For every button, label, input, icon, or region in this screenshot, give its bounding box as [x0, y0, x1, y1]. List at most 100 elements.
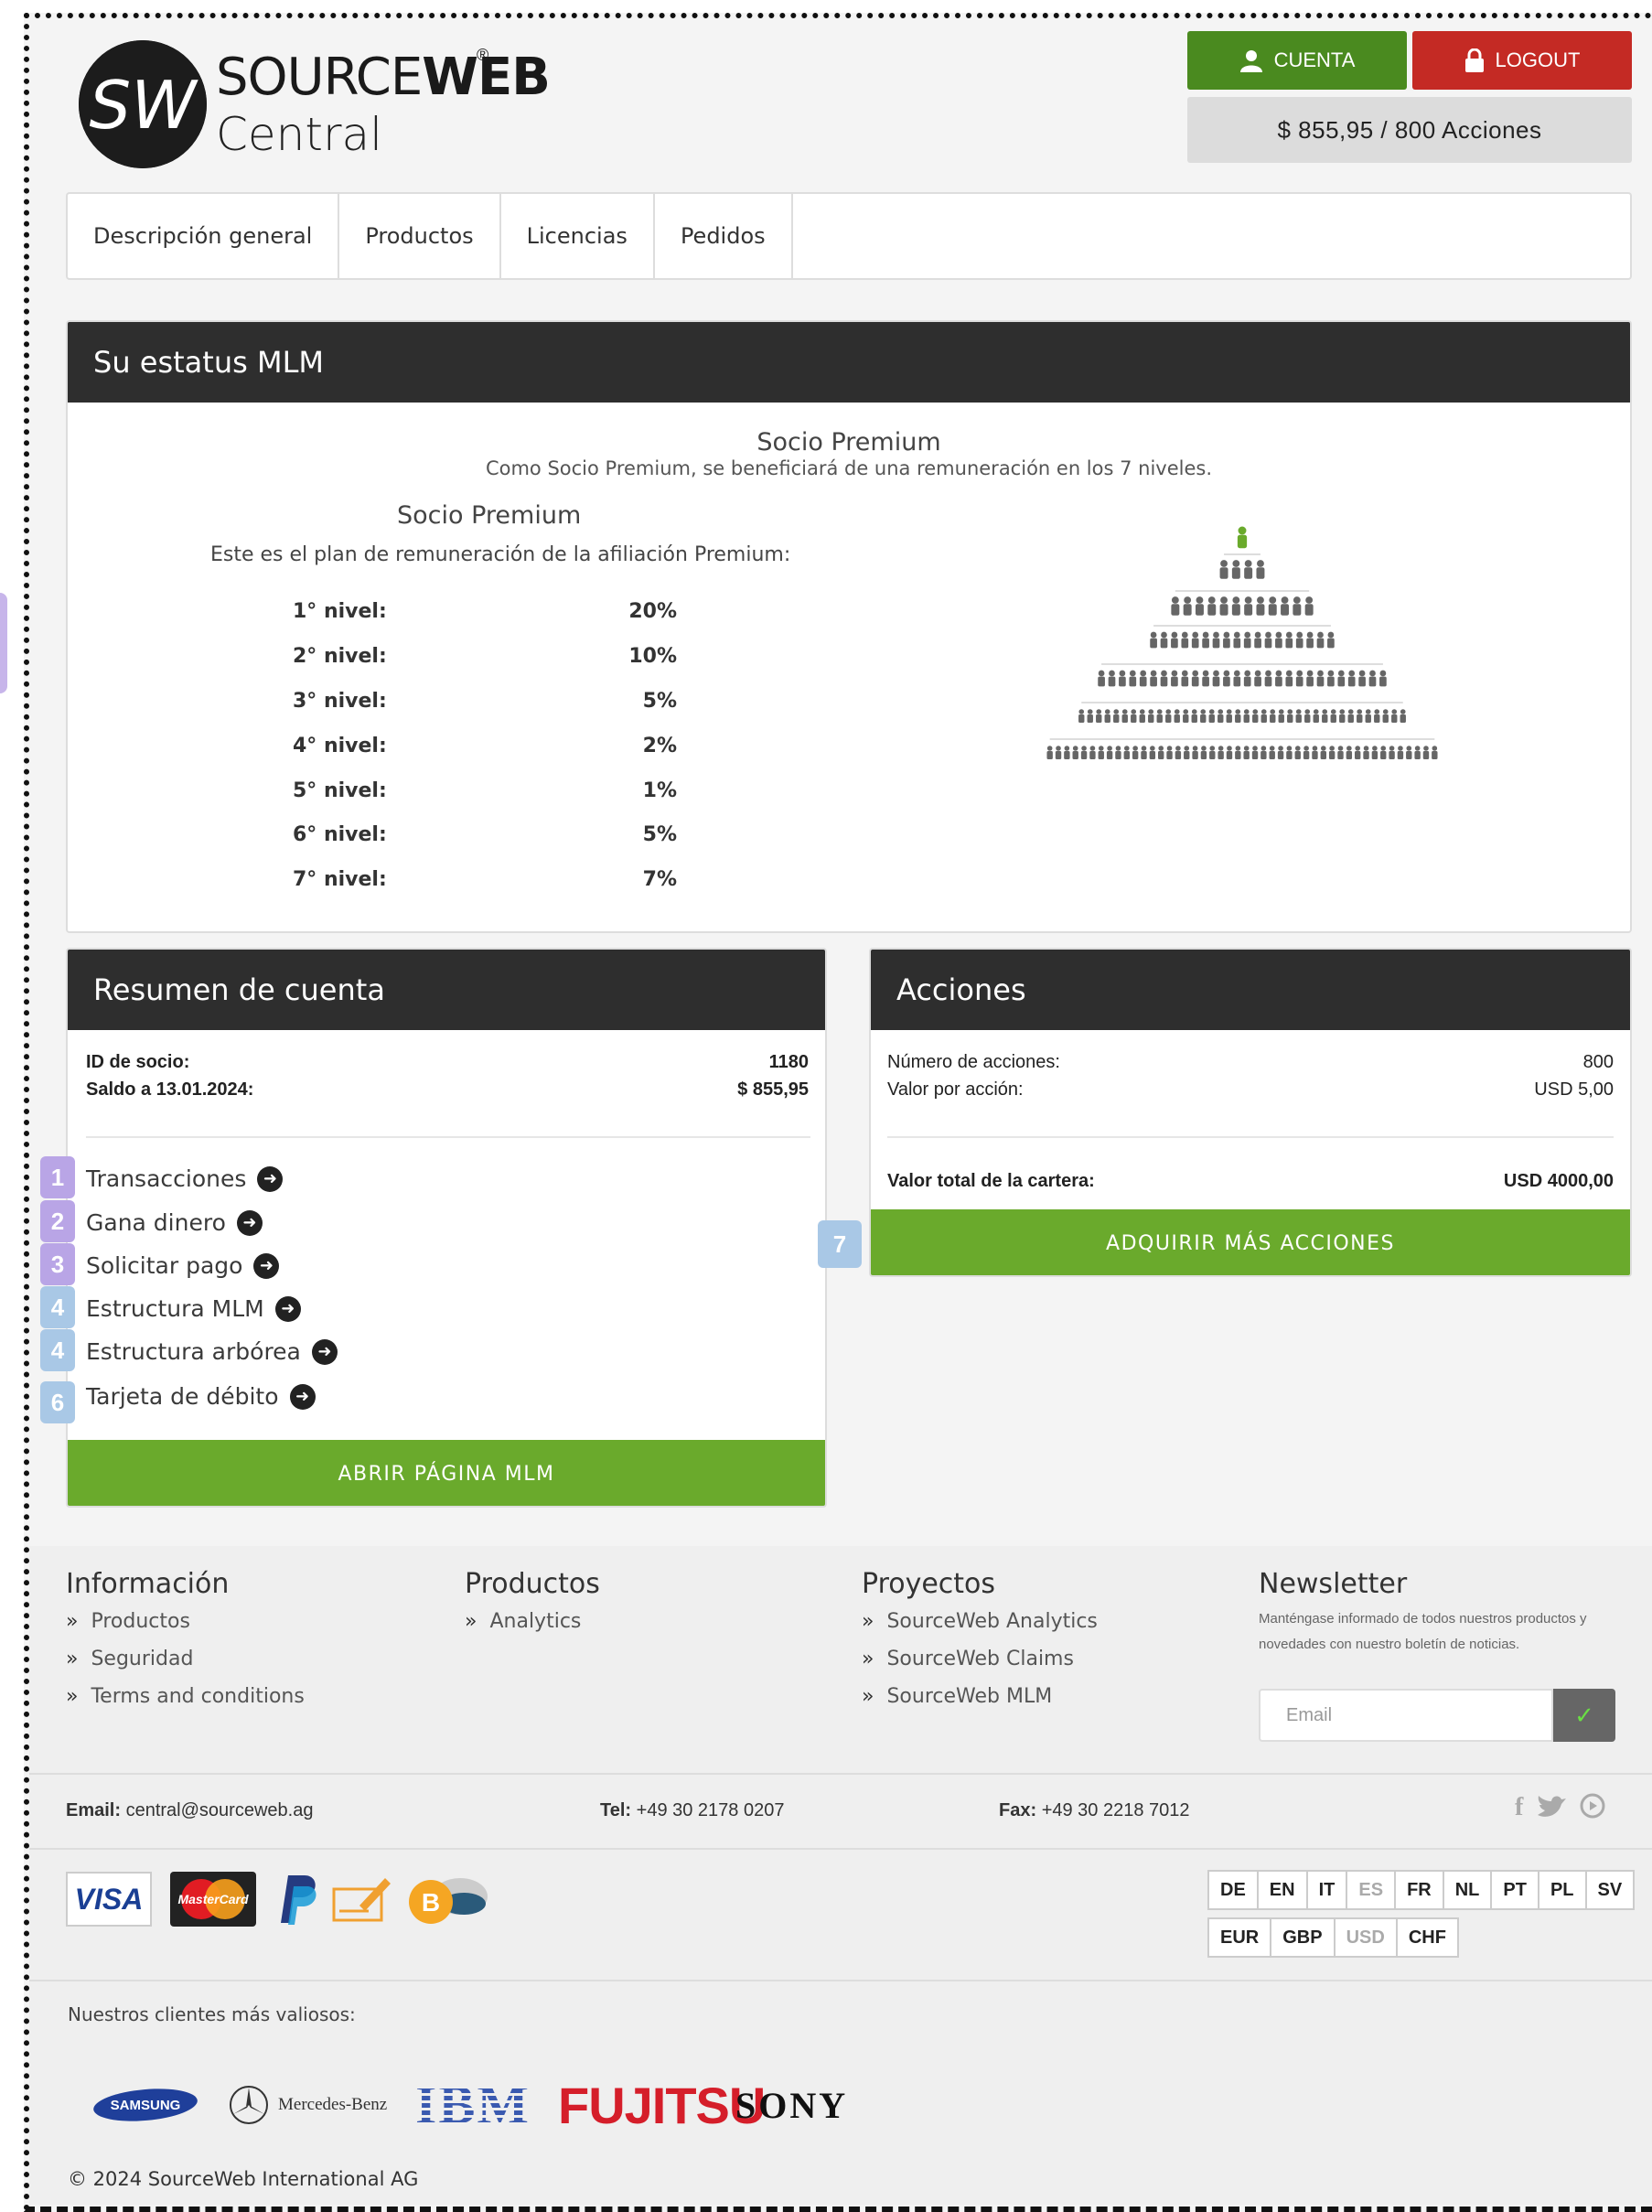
- lang-option[interactable]: EN: [1259, 1872, 1308, 1908]
- person-icon: [1096, 709, 1102, 723]
- link-transactions[interactable]: Transacciones ➜: [86, 1165, 284, 1192]
- main-nav: Descripción general Productos Licencias …: [66, 192, 1632, 280]
- person-icon: [1121, 709, 1128, 723]
- level-label: 2° nivel:: [293, 645, 387, 668]
- newsletter-submit-button[interactable]: ✓: [1553, 1689, 1615, 1742]
- currency-option-active[interactable]: USD: [1336, 1919, 1398, 1956]
- person-icon: [1294, 746, 1301, 759]
- person-icon: [1330, 709, 1336, 723]
- person-icon: [1400, 709, 1406, 723]
- person-icon: [1218, 709, 1224, 723]
- person-icon: [1208, 709, 1215, 723]
- registered-mark: ®: [477, 46, 489, 64]
- newsletter-title: Newsletter: [1259, 1568, 1408, 1600]
- link-label: Estructura arbórea: [86, 1338, 301, 1365]
- member-id-value: 1180: [768, 1052, 809, 1072]
- person-icon: [1327, 670, 1335, 687]
- facebook-icon[interactable]: f: [1515, 1793, 1523, 1822]
- currency-option[interactable]: EUR: [1209, 1919, 1272, 1956]
- currency-option[interactable]: GBP: [1271, 1919, 1336, 1956]
- person-icon: [1129, 670, 1137, 687]
- svg-text:SAMSUNG: SAMSUNG: [111, 2098, 181, 2113]
- email-link[interactable]: central@sourceweb.ag: [126, 1800, 314, 1820]
- level-row: 5° nivel: 1%: [293, 779, 677, 802]
- lang-option[interactable]: FR: [1396, 1872, 1444, 1908]
- logo-icon[interactable]: SW: [79, 40, 207, 168]
- person-icon: [1141, 746, 1147, 759]
- twitter-icon[interactable]: [1536, 1793, 1567, 1820]
- person-icon: [1171, 631, 1178, 649]
- person-icon: [1166, 746, 1173, 759]
- logout-button[interactable]: LOGOUT: [1412, 31, 1632, 90]
- person-icon: [1235, 709, 1241, 723]
- side-tab: [0, 593, 7, 693]
- link-earn-money[interactable]: Gana dinero ➜: [86, 1209, 263, 1236]
- person-icon: [1223, 670, 1230, 687]
- tab-licenses[interactable]: Licencias: [501, 194, 655, 278]
- person-icon: [1104, 709, 1110, 723]
- person-icon: [1414, 746, 1421, 759]
- person-icon: [1268, 596, 1277, 616]
- level-percent: 7%: [642, 868, 677, 891]
- person-icon: [1313, 709, 1319, 723]
- lang-option[interactable]: NL: [1444, 1872, 1493, 1908]
- lang-option[interactable]: DE: [1209, 1872, 1259, 1908]
- level-label: 4° nivel:: [293, 735, 387, 757]
- level-percent: 10%: [628, 645, 677, 668]
- person-icon: [1219, 560, 1228, 579]
- account-button[interactable]: CUENTA: [1187, 31, 1407, 90]
- lock-icon: [1464, 48, 1484, 72]
- tab-products[interactable]: Productos: [339, 194, 501, 278]
- lang-option[interactable]: PT: [1492, 1872, 1539, 1908]
- buy-more-shares-button[interactable]: ADQUIRIR MÁS ACCIONES: [871, 1209, 1630, 1275]
- person-icon: [1275, 670, 1282, 687]
- link-request-payment[interactable]: Solicitar pago ➜: [86, 1252, 280, 1279]
- lang-option-active[interactable]: ES: [1347, 1872, 1397, 1908]
- footer-products-title: Productos: [465, 1568, 600, 1600]
- tab-overview[interactable]: Descripción general: [68, 194, 340, 278]
- person-icon: [1243, 746, 1250, 759]
- footer-link[interactable]: » SourceWeb Claims: [862, 1648, 1074, 1670]
- person-icon: [1244, 596, 1253, 616]
- step-marker: 2: [40, 1200, 75, 1242]
- person-icon: [1219, 596, 1228, 616]
- link-debit-card[interactable]: Tarjeta de débito ➜: [86, 1383, 316, 1410]
- currency-option[interactable]: CHF: [1398, 1919, 1457, 1956]
- person-icon: [1264, 631, 1272, 649]
- person-icon: [1270, 709, 1276, 723]
- lang-option[interactable]: PL: [1539, 1872, 1587, 1908]
- person-icon: [1277, 746, 1284, 759]
- footer-link[interactable]: » Productos: [66, 1610, 190, 1633]
- person-icon: [1337, 670, 1346, 687]
- link-mlm-structure[interactable]: Estructura MLM ➜: [86, 1295, 301, 1322]
- person-icon: [1293, 596, 1302, 616]
- footer-link[interactable]: » Terms and conditions: [66, 1685, 305, 1708]
- person-icon: [1087, 709, 1093, 723]
- fujitsu-logo: FUJITSU: [558, 2076, 766, 2134]
- person-icon: [1286, 746, 1293, 759]
- youtube-icon[interactable]: [1580, 1793, 1605, 1819]
- footer-link[interactable]: » Seguridad: [66, 1648, 193, 1670]
- open-mlm-page-button[interactable]: ABRIR PÁGINA MLM: [68, 1440, 825, 1506]
- person-icon: [1379, 670, 1387, 687]
- person-icon: [1327, 631, 1335, 649]
- mastercard-logo: MasterCard: [170, 1872, 256, 1927]
- lang-option[interactable]: SV: [1587, 1872, 1634, 1908]
- footer-link[interactable]: » SourceWeb MLM: [862, 1685, 1052, 1708]
- person-icon: [1150, 631, 1157, 649]
- person-icon: [1347, 670, 1356, 687]
- shares-count-label: Número de acciones:: [887, 1052, 1060, 1072]
- person-icon: [1295, 670, 1303, 687]
- divider: [29, 1848, 1652, 1850]
- footer-link[interactable]: » Analytics: [465, 1610, 581, 1633]
- footer-link[interactable]: » SourceWeb Analytics: [862, 1610, 1098, 1633]
- tab-orders[interactable]: Pedidos: [655, 194, 793, 278]
- person-icon: [1254, 670, 1261, 687]
- step-marker: 1: [40, 1156, 75, 1198]
- person-icon: [1212, 631, 1220, 649]
- person-icon: [1269, 746, 1275, 759]
- newsletter-email-input[interactable]: Email: [1259, 1689, 1553, 1742]
- link-tree-structure[interactable]: Estructura arbórea ➜: [86, 1338, 338, 1365]
- lang-option[interactable]: IT: [1308, 1872, 1348, 1908]
- link-label: Gana dinero: [86, 1209, 226, 1236]
